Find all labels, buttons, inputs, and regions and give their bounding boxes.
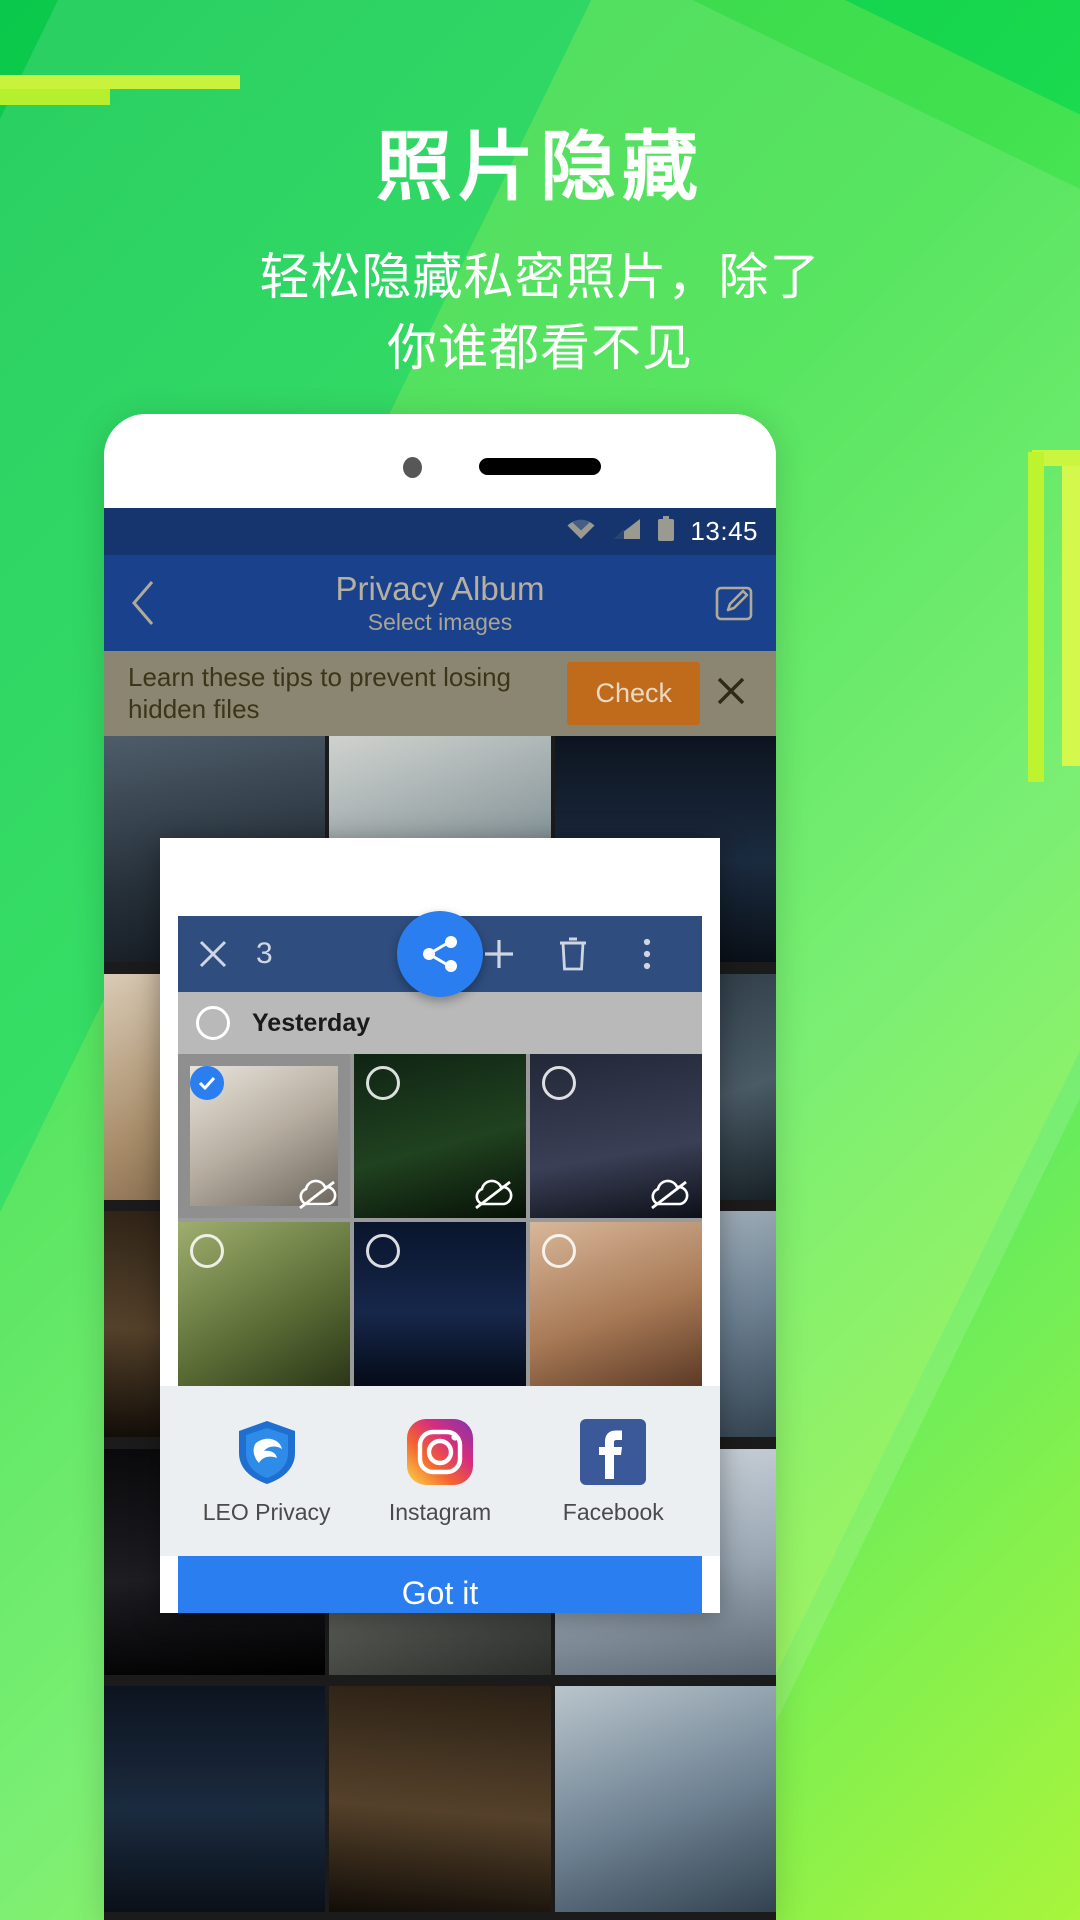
circle-unchecked-icon[interactable] [196, 1006, 230, 1040]
check-icon [198, 1076, 216, 1091]
dialog-screenshot-preview: 3 Yesterday [178, 911, 702, 1386]
share-fab-button[interactable] [397, 911, 483, 997]
leo-privacy-icon [232, 1417, 302, 1487]
circle-checked-icon[interactable] [190, 1066, 224, 1100]
tip-banner-text: Learn these tips to prevent losing hidde… [128, 661, 512, 724]
phone-bezel-top [104, 414, 776, 508]
app-bar: Privacy Album Select images [104, 555, 776, 651]
promo-subhead-line1: 轻松隐藏私密照片，除了 [259, 248, 821, 305]
date-group-header: Yesterday [178, 992, 702, 1054]
close-icon [199, 940, 227, 968]
status-bar: 13:45 [104, 508, 776, 555]
bg-photo-13[interactable] [104, 1686, 326, 1913]
selection-toolbar: 3 [178, 911, 702, 997]
share-icon [423, 936, 457, 972]
trash-icon [560, 937, 586, 971]
photo-night-rock[interactable] [354, 1222, 526, 1386]
circle-unchecked-icon[interactable] [190, 1234, 224, 1268]
promo-subhead-line2: 你谁都看不见 [387, 319, 693, 376]
share-target-leo-privacy[interactable]: LEO Privacy [192, 1417, 342, 1526]
share-target-label: Instagram [388, 1498, 492, 1525]
close-icon [717, 677, 745, 705]
promo-text-block: 照片隐藏 轻松隐藏私密照片，除了 你谁都看不见 [0, 128, 1080, 384]
photo-red-roses[interactable] [354, 1054, 526, 1218]
tip-banner: Learn these tips to prevent losing hidde… [104, 651, 776, 736]
circle-unchecked-icon[interactable] [366, 1234, 400, 1268]
share-target-label: Facebook [562, 1498, 664, 1525]
front-camera-icon [403, 457, 422, 478]
selected-count: 3 [256, 937, 273, 970]
share-target-facebook[interactable]: Facebook [538, 1417, 688, 1526]
more-vertical-icon [643, 938, 651, 970]
share-target-label: LEO Privacy [202, 1498, 331, 1525]
dialog-top-spacer [160, 838, 720, 916]
dialog-photo-grid [178, 1054, 702, 1386]
bg-photo-14[interactable] [329, 1686, 551, 1913]
cloud-off-icon [299, 1179, 337, 1210]
battery-icon [657, 516, 675, 547]
status-bar-clock: 13:45 [690, 516, 758, 546]
phone-mockup: 13:45 Privacy Album Select images Learn … [104, 414, 776, 1920]
chevron-left-icon [132, 581, 154, 625]
photo-woman-field[interactable] [178, 1054, 350, 1218]
selection-close-button[interactable] [196, 937, 250, 971]
plus-icon [485, 940, 513, 968]
page-subtitle: Select images [367, 609, 513, 636]
instagram-icon [405, 1417, 475, 1487]
accent-bar-top-2 [0, 89, 110, 105]
page-title: Privacy Album [335, 569, 545, 607]
accent-bar-right-3 [1028, 452, 1044, 782]
app-bar-titles: Privacy Album Select images [182, 570, 698, 637]
circle-unchecked-icon[interactable] [542, 1234, 576, 1268]
promo-headline: 照片隐藏 [376, 125, 704, 210]
back-button[interactable] [126, 578, 182, 628]
leo-privacy-icon [238, 1420, 295, 1484]
phone-screen: 13:45 Privacy Album Select images Learn … [104, 508, 776, 1920]
share-target-row: LEO Privacy Instagram Facebook [160, 1386, 720, 1556]
cloud-off-icon [651, 1179, 689, 1210]
accent-bar-right-2 [1062, 466, 1080, 766]
tip-close-button[interactable] [700, 673, 762, 714]
accent-bar-top-1 [0, 75, 240, 89]
share-target-instagram[interactable]: Instagram [365, 1417, 515, 1526]
photo-woman-window[interactable] [530, 1054, 702, 1218]
share-tutorial-dialog: 3 Yesterday LEO Privacy Instagram Facebo… [160, 838, 720, 1613]
facebook-icon [578, 1417, 648, 1487]
photo-grass-hands[interactable] [178, 1222, 350, 1386]
got-it-button[interactable]: Got it [178, 1556, 702, 1613]
cloud-off-icon [475, 1179, 513, 1210]
photo-woman-hair[interactable] [530, 1222, 702, 1386]
circle-unchecked-icon[interactable] [542, 1066, 576, 1100]
edit-pencil-icon [715, 586, 753, 621]
edit-button[interactable] [698, 583, 754, 623]
signal-icon [612, 517, 642, 546]
overflow-menu-button[interactable] [610, 935, 684, 973]
tip-check-button[interactable]: Check [567, 662, 700, 725]
circle-unchecked-icon[interactable] [366, 1066, 400, 1100]
bg-photo-15[interactable] [554, 1686, 776, 1913]
instagram-icon [406, 1418, 473, 1485]
date-group-label: Yesterday [252, 1008, 371, 1037]
facebook-icon [580, 1418, 647, 1485]
wifi-icon [565, 517, 597, 546]
earpiece-speaker [479, 458, 601, 475]
delete-button[interactable] [536, 935, 610, 973]
